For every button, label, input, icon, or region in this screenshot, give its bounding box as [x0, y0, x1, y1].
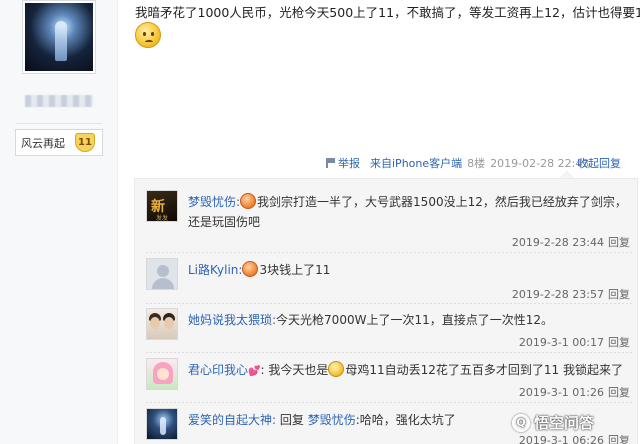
reply-button[interactable]: 回复 — [608, 236, 630, 249]
author-name-blurred[interactable] — [25, 95, 93, 107]
reply-time: 2019-2-28 23:57 — [511, 288, 604, 301]
author-sidebar: 风云再起 11 — [0, 0, 118, 444]
reply-username[interactable]: Li路Kylin: — [188, 263, 242, 277]
author-avatar[interactable] — [22, 0, 96, 74]
reply-username[interactable]: 君心印我心 — [188, 363, 248, 377]
reply-avatar[interactable] — [146, 258, 178, 290]
reply-username[interactable]: 爱笑的自起大神: — [188, 413, 276, 427]
reply-text-before: 我今天也是 — [268, 363, 329, 377]
reply-username[interactable]: 她妈说我太猥琐: — [188, 313, 276, 327]
reply-footer: 2019-3-1 06:26 回复 — [519, 432, 630, 444]
divider — [16, 123, 102, 124]
reply-avatar[interactable] — [146, 358, 178, 390]
reply-separator — [146, 252, 632, 253]
reply-time: 2019-3-1 01:26 — [518, 386, 604, 399]
report-label: 举报 — [338, 157, 360, 170]
reply-text-after: 母鸡11自动丢12花了五百多才回到了11 我锁起来了 — [345, 363, 623, 377]
reply-separator — [146, 352, 632, 353]
watermark-text: 悟空问答 — [534, 414, 595, 432]
heart-icon: 💕 — [248, 366, 261, 377]
reply-text: 今天光枪7000W上了一次11，直接点了一次性12。 — [276, 313, 553, 327]
post-meta-bar: 举报 来自iPhone客户端 8楼 2019-02-28 22:43 收起回复 — [326, 154, 636, 172]
collapse-replies-link[interactable]: 收起回复 — [577, 155, 621, 171]
client-source[interactable]: 来自iPhone客户端 — [370, 155, 462, 171]
emoji-icon — [328, 361, 345, 377]
floor-number: 8楼 — [467, 157, 486, 170]
reply-avatar[interactable] — [146, 308, 178, 340]
wukong-logo-icon: Q — [512, 413, 530, 432]
reply-button[interactable]: 回复 — [608, 386, 630, 399]
reply-button[interactable]: 回复 — [608, 288, 630, 301]
reply-body: Li路Kylin: 3块钱上了11 — [188, 260, 632, 280]
reply-separator — [146, 303, 632, 304]
reply-user-colon: : — [260, 363, 265, 377]
reply-username[interactable]: 梦毁忧伤: — [188, 195, 240, 209]
emoji-icon — [242, 261, 259, 277]
level-name: 风云再起 — [21, 136, 65, 150]
reply-word: 回复 — [279, 413, 304, 427]
flag-icon — [326, 158, 335, 168]
author-level-box[interactable]: 风云再起 11 — [15, 129, 103, 156]
reply-time: 2019-3-1 06:26 — [518, 434, 604, 444]
reply-footer: 2019-2-28 23:57 回复 — [512, 286, 630, 302]
reply-footer: 2019-2-28 23:44 回复 — [512, 234, 630, 250]
report-link[interactable]: 举报 — [326, 155, 365, 171]
reply-footer: 2019-3-1 01:26 回复 — [519, 384, 630, 400]
post-content: 我暗矛花了1000人民币，光枪今天500上了11，不敢搞了，等发工资再上12，估… — [135, 5, 640, 20]
watermark: Q 悟空问答 — [512, 412, 594, 433]
reply-button[interactable]: 回复 — [608, 434, 630, 444]
reply-time: 2019-2-28 23:44 — [511, 236, 604, 249]
reply-target-username[interactable]: 梦毁忧伤 — [308, 413, 356, 427]
author-avatar-image — [25, 3, 93, 71]
level-badge-icon: 11 — [75, 133, 95, 152]
reply-body: 她妈说我太猥琐:今天光枪7000W上了一次11，直接点了一次性12。 — [188, 310, 632, 330]
emoji-icon — [240, 193, 257, 209]
reply-separator — [146, 402, 632, 403]
reply-text: :哈哈，强化太坑了 — [355, 413, 456, 427]
reply-avatar[interactable] — [146, 408, 178, 440]
sad-face-icon — [135, 22, 161, 48]
reply-body: 君心印我心💕: 我今天也是 母鸡11自动丢12花了五百多才回到了11 我锁起来了 — [188, 360, 632, 382]
reply-time: 2019-3-1 00:17 — [518, 336, 604, 349]
reply-body: 梦毁忧伤: 我剑宗打造一半了，大号武器1500没上12，然后我已经放弃了剑宗，还是… — [188, 192, 632, 232]
reply-footer: 2019-3-1 00:17 回复 — [519, 334, 630, 350]
reply-panel-arrow — [560, 171, 574, 178]
reply-button[interactable]: 回复 — [608, 336, 630, 349]
post-time: 2019-02-28 22:43 — [490, 156, 590, 170]
reply-text: 3块钱上了11 — [259, 263, 331, 277]
reply-avatar[interactable]: 新发发 — [146, 190, 178, 222]
